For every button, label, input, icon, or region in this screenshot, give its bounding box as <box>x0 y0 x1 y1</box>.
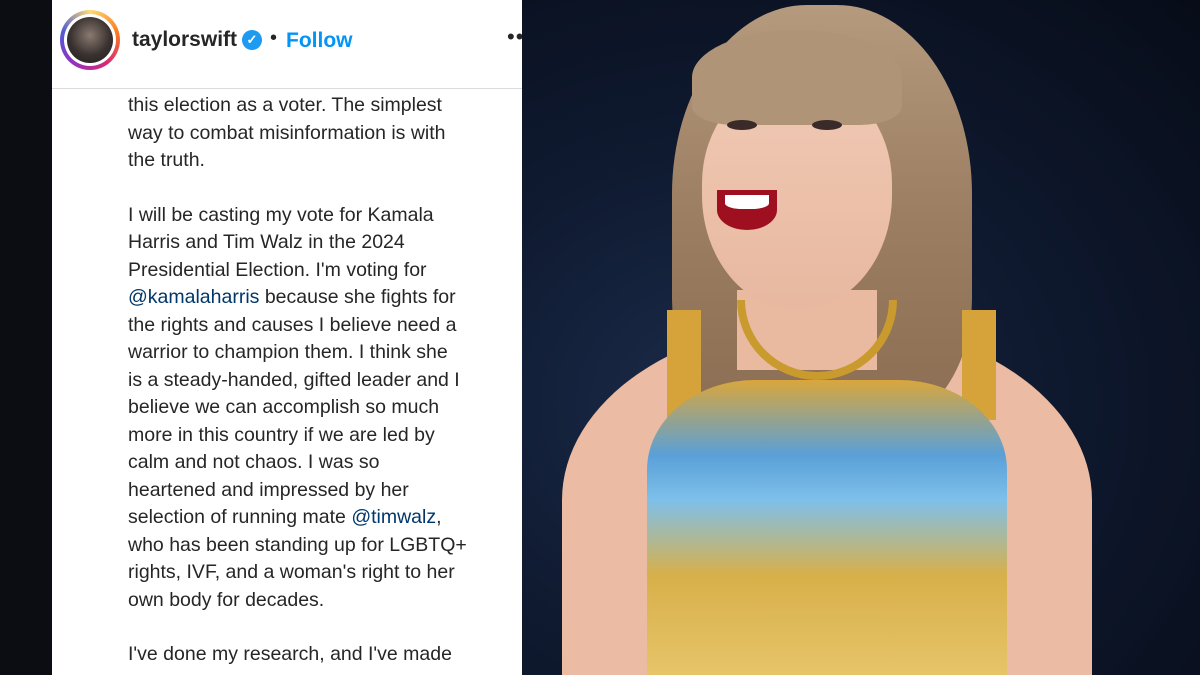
separator-dot: • <box>270 27 278 49</box>
caption-line: calm and not chaos. I was so <box>128 451 380 473</box>
caption-line: heartened and impressed by her <box>128 478 409 501</box>
instagram-post-panel: taylorswift ✓ • Follow •• this election … <box>52 0 522 675</box>
caption-paragraph-1: this election as a voter. The simplest w… <box>128 92 508 175</box>
avatar-frame <box>64 14 116 66</box>
caption-line: the truth. <box>128 149 205 171</box>
screen: taylorswift ✓ • Follow •• this election … <box>0 0 1200 675</box>
more-options-icon[interactable]: •• <box>507 24 522 50</box>
mention-kamalaharris-link[interactable]: @kamalaharris <box>128 286 259 308</box>
caption-line: more in this country if we are led by <box>128 423 435 446</box>
caption-line: believe we can accomplish so much <box>128 396 440 418</box>
caption-text: because she fights for <box>259 286 456 308</box>
photo-sequin-dress <box>647 380 1007 675</box>
performer-photo <box>522 0 1200 675</box>
photo-teeth <box>725 195 769 209</box>
photo-eye <box>812 120 842 130</box>
caption-paragraph-2: I will be casting my vote for Kamala Har… <box>128 202 508 615</box>
caption-line: the rights and causes I believe need a <box>128 313 457 336</box>
caption-text: , <box>436 506 442 528</box>
caption-line: way to combat misinformation is with <box>128 121 446 144</box>
caption-line: is a steady-handed, gifted leader and I <box>128 368 460 391</box>
photo-eye <box>727 120 757 130</box>
left-background <box>0 0 52 675</box>
caption-line: this election as a voter. The simplest <box>128 94 442 116</box>
mention-timwalz-link[interactable]: @timwalz <box>351 506 436 528</box>
follow-button[interactable]: Follow <box>286 29 353 53</box>
profile-avatar[interactable] <box>60 10 120 70</box>
caption-text: selection of running mate <box>128 506 352 528</box>
caption-paragraph-3: I've done my research, and I've made <box>128 641 508 669</box>
caption-line: I've done my research, and I've made <box>128 643 452 665</box>
verified-badge-icon: ✓ <box>242 30 262 50</box>
post-header: taylorswift ✓ • Follow •• <box>52 0 522 89</box>
caption-line: I will be casting my vote for Kamala <box>128 203 434 226</box>
photo-bangs <box>692 30 902 125</box>
caption-line: Harris and Tim Walz in the 2024 <box>128 231 405 253</box>
post-caption: this election as a voter. The simplest w… <box>128 92 508 675</box>
username[interactable]: taylorswift <box>132 28 237 52</box>
caption-line: own body for decades. <box>128 588 325 611</box>
caption-line: Presidential Election. I'm voting for <box>128 258 427 281</box>
avatar-photo <box>67 17 113 63</box>
caption-line: warrior to champion them. I think she <box>128 341 448 363</box>
caption-line: rights, IVF, and a woman's right to her <box>128 561 455 583</box>
caption-line: who has been standing up for LGBTQ+ <box>128 533 467 556</box>
